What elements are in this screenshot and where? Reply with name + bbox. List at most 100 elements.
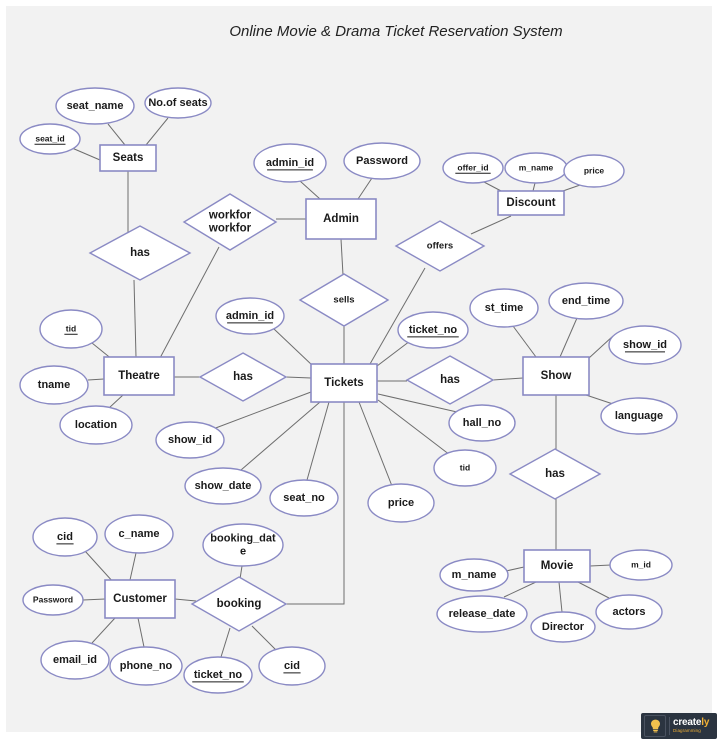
edge-attr-price-t-to-tickets	[358, 401, 393, 487]
attr-end-time-label: end_time	[562, 295, 610, 307]
entity-discount[interactable]: Discount	[497, 190, 565, 216]
attr-hall-no-label: hall_no	[463, 417, 502, 429]
attribute-password[interactable]: Password	[343, 142, 421, 180]
attr-m-name-mv-label: m_name	[452, 569, 497, 581]
attribute-tid[interactable]: tid	[433, 449, 497, 487]
attribute-no-of-seats[interactable]: No.of seats	[144, 87, 212, 119]
attribute-m-name[interactable]: m_name	[504, 152, 568, 184]
watermark-brand: creately	[673, 718, 709, 728]
entity-movie[interactable]: Movie	[523, 549, 591, 583]
entity-customer[interactable]: Customer	[104, 579, 176, 619]
customer-label: Customer	[113, 593, 167, 605]
attribute-location[interactable]: location	[59, 405, 133, 445]
edge-attr-no-of-seats-to-seats	[145, 117, 169, 146]
attribute-price[interactable]: price	[367, 483, 435, 523]
er-diagram-page: Online Movie & Drama Ticket Reservation …	[0, 0, 728, 748]
edge-attr-ticket-no-t-to-tickets	[376, 340, 411, 367]
rel-has-show-movie-label: has	[545, 468, 565, 480]
attribute-email-id[interactable]: email_id	[40, 640, 110, 680]
attribute-cid[interactable]: cid	[32, 517, 98, 557]
attribute-c-name[interactable]: c_name	[104, 514, 174, 554]
edge-attr-phone-no-to-customer	[137, 617, 145, 648]
attribute-m-id[interactable]: m_id	[609, 549, 673, 581]
attribute-end-time[interactable]: end_time	[548, 282, 624, 320]
entity-admin[interactable]: Admin	[305, 198, 377, 240]
attribute-ticket-no[interactable]: ticket_no	[183, 656, 253, 694]
er-diagram-canvas: Online Movie & Drama Ticket Reservation …	[19, 23, 682, 694]
attribute-seat-id[interactable]: seat_id	[19, 123, 81, 155]
attribute-st-time[interactable]: st_time	[469, 288, 539, 328]
attr-m-id-label: m_id	[631, 559, 651, 569]
attribute-m-name[interactable]: m_name	[439, 558, 509, 592]
attribute-password[interactable]: Password	[22, 584, 84, 616]
attr-tid-tickets-label: tid	[460, 462, 470, 472]
entity-theatre[interactable]: Theatre	[103, 356, 175, 396]
edge-attr-ticket-no-b-to-rel-booking	[220, 627, 231, 658]
attr-seat-no-label: seat_no	[283, 492, 325, 504]
entity-tickets[interactable]: Tickets	[310, 363, 378, 403]
attribute-offer-id[interactable]: offer_id	[442, 152, 504, 184]
attr-director-label: Director	[542, 621, 585, 633]
edge-attr-seat-no-to-tickets	[306, 401, 330, 481]
attr-actors-label: actors	[612, 606, 645, 618]
attr-show-id-t-label: show_id	[168, 434, 212, 446]
attribute-admin-id[interactable]: admin_id	[253, 143, 327, 183]
relationship-has[interactable]: has	[508, 448, 602, 500]
page-title: Online Movie & Drama Ticket Reservation …	[229, 23, 562, 40]
relationship-has[interactable]: has	[88, 225, 192, 281]
rel-offers-label: offers	[427, 241, 453, 252]
attribute-tname[interactable]: tname	[19, 365, 89, 405]
admin-label: Admin	[323, 213, 359, 225]
edge-rel-has-theatre-tickets-to-tickets	[285, 376, 312, 379]
attribute-booking-date[interactable]: booking_dat e	[202, 523, 284, 567]
attribute-phone-no[interactable]: phone_no	[109, 646, 183, 686]
entity-show[interactable]: Show	[522, 356, 590, 396]
attribute-tid[interactable]: tid	[39, 309, 103, 349]
relationship-workfor[interactable]: workfor workfor	[182, 193, 278, 251]
movie-label: Movie	[541, 560, 574, 572]
edge-attr-show-id-t-to-tickets	[212, 391, 312, 430]
edge-attr-tname-to-theatre	[87, 378, 105, 381]
relationship-has[interactable]: has	[405, 355, 495, 405]
edge-attr-email-id-to-customer	[91, 617, 116, 644]
rel-has-tickets-show-label: has	[440, 374, 460, 386]
edge-customer-to-rel-booking	[174, 598, 197, 602]
relationship-offers[interactable]: offers	[394, 220, 486, 272]
attribute-show-id[interactable]: show_id	[155, 421, 225, 459]
entity-seats[interactable]: Seats	[99, 144, 157, 172]
attribute-release-date[interactable]: release_date	[436, 595, 528, 633]
relationship-sells[interactable]: sells	[298, 273, 390, 327]
edge-attr-password-c-to-customer	[82, 598, 106, 601]
lightbulb-icon	[644, 715, 666, 737]
rel-workfor-label: workfor workfor	[208, 209, 252, 234]
creately-watermark[interactable]: creately Diagramming	[641, 713, 717, 739]
show-label: Show	[541, 370, 572, 382]
relationship-booking[interactable]: booking	[190, 576, 288, 632]
attribute-director[interactable]: Director	[530, 611, 596, 643]
watermark-tagline: Diagramming	[673, 728, 701, 734]
edge-attr-actors-to-movie	[577, 581, 610, 599]
discount-label: Discount	[506, 197, 555, 209]
attr-password-a-label: Password	[356, 155, 408, 167]
attr-ticket-no-b-label: ticket_no	[194, 669, 243, 681]
attribute-actors[interactable]: actors	[595, 594, 663, 630]
attribute-price[interactable]: price	[563, 154, 625, 188]
attribute-hall-no[interactable]: hall_no	[448, 404, 516, 442]
edge-attr-m-name-mv-to-movie	[505, 566, 525, 572]
attr-no-of-seats-label: No.of seats	[148, 97, 207, 109]
rel-has-theatre-tickets-label: has	[233, 371, 253, 383]
attr-price-t-label: price	[388, 497, 414, 509]
relationship-has[interactable]: has	[198, 352, 288, 402]
attribute-admin-id[interactable]: admin_id	[215, 297, 285, 335]
watermark-divider	[669, 717, 670, 735]
attribute-show-id[interactable]: show_id	[608, 325, 682, 365]
attribute-seat-no[interactable]: seat_no	[269, 479, 339, 517]
attr-password-c-label: Password	[33, 594, 73, 604]
attribute-show-date[interactable]: show_date	[184, 467, 262, 505]
edge-attr-admin-id-t-to-tickets	[273, 328, 314, 367]
attribute-cid[interactable]: cid	[258, 646, 326, 686]
attribute-seat-name[interactable]: seat_name	[55, 87, 135, 125]
edge-attr-c-name-to-customer	[129, 552, 137, 581]
attribute-language[interactable]: language	[600, 397, 678, 435]
attribute-ticket-no[interactable]: ticket_no	[397, 311, 469, 349]
